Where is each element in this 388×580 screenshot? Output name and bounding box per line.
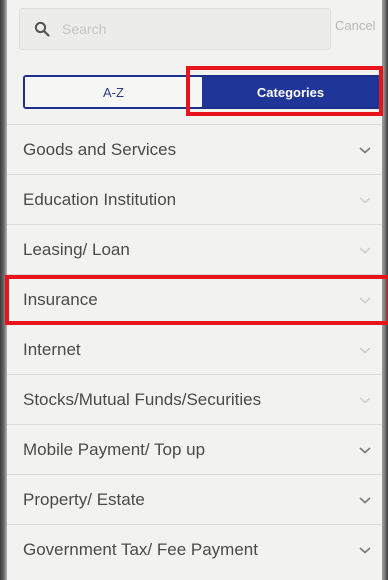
chevron-down-icon [358,145,372,155]
chevron-down-icon [358,395,372,405]
category-label: Education Institution [23,189,177,209]
category-item-education-institution[interactable]: Education Institution [7,174,382,224]
chevron-down-icon [358,495,372,505]
category-label: Internet [23,339,81,359]
category-item-property-estate[interactable]: Property/ Estate [7,474,382,524]
category-list: Goods and Services Education Institution… [7,124,382,574]
category-label: Mobile Payment/ Top up [23,439,206,459]
category-label: Government Tax/ Fee Payment [23,539,258,559]
chevron-down-icon [358,195,372,205]
chevron-down-icon [358,545,372,555]
category-item-internet[interactable]: Internet [7,324,382,374]
search-icon [34,21,50,37]
chevron-down-icon [358,245,372,255]
chevron-down-icon [358,345,372,355]
tab-a-z[interactable]: A-Z [25,77,202,107]
category-label: Goods and Services [23,139,177,159]
category-label: Leasing/ Loan [23,239,130,259]
chevron-down-icon [358,445,372,455]
search-bar[interactable] [19,8,331,50]
category-item-government-tax-fee-payment[interactable]: Government Tax/ Fee Payment [7,524,382,574]
bill-categories-screen: Cancel A-Z Categories Goods and Services… [5,0,388,580]
category-label: Property/ Estate [23,489,145,509]
categories-highlight-box [186,66,383,116]
cancel-button[interactable]: Cancel [335,18,375,33]
category-item-stocks-mutual-funds-securities[interactable]: Stocks/Mutual Funds/Securities [7,374,382,424]
category-label: Stocks/Mutual Funds/Securities [23,389,262,409]
insurance-highlight-box [5,275,388,325]
search-input[interactable] [60,20,304,38]
category-item-goods-and-services[interactable]: Goods and Services [7,124,382,174]
category-item-mobile-payment-top-up[interactable]: Mobile Payment/ Top up [7,424,382,474]
category-item-leasing-loan[interactable]: Leasing/ Loan [7,224,382,274]
